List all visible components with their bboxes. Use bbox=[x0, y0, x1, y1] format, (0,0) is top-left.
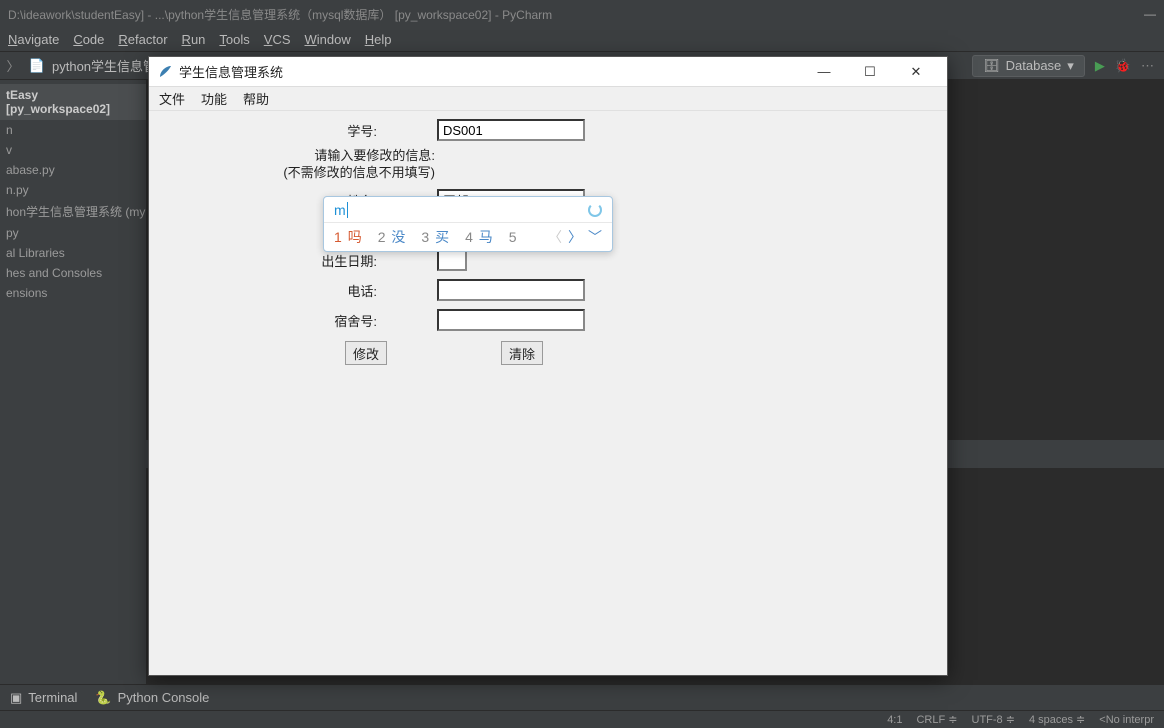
tree-item[interactable]: n bbox=[0, 120, 146, 140]
clear-button[interactable]: 清除 bbox=[501, 341, 543, 365]
ide-titlebar: D:\ideawork\studentEasy] - ...\python学生信… bbox=[0, 0, 1164, 28]
indent-setting[interactable]: 4 spaces ≑ bbox=[1029, 713, 1085, 726]
label-dorm: 宿舍号: bbox=[149, 311, 383, 330]
ide-main-menu: Navigate Code Refactor Run Tools VCS Win… bbox=[0, 28, 1164, 52]
file-encoding[interactable]: UTF-8 ≑ bbox=[972, 713, 1015, 726]
tree-item[interactable]: abase.py bbox=[0, 160, 146, 180]
label-modify-hint: 请输入要修改的信息: (不需修改的信息不用填写) bbox=[149, 146, 441, 184]
tk-feather-icon bbox=[157, 64, 173, 80]
tree-item[interactable]: al Libraries bbox=[0, 243, 146, 263]
label-student-id: 学号: bbox=[149, 121, 383, 140]
menu-window[interactable]: Window bbox=[305, 32, 351, 47]
ime-candidate-5[interactable]: 5 bbox=[509, 229, 519, 245]
input-birth[interactable] bbox=[437, 249, 467, 271]
ime-caret bbox=[347, 202, 348, 218]
label-birth: 出生日期: bbox=[149, 251, 383, 270]
terminal-icon: ▣ bbox=[10, 690, 22, 706]
project-tree[interactable]: tEasy [py_workspace02] n v abase.py n.py… bbox=[0, 80, 146, 696]
ime-input-row: m bbox=[324, 197, 612, 223]
database-icon: 🗄 bbox=[983, 58, 1000, 74]
ide-window-controls: — bbox=[1144, 7, 1156, 21]
ime-spinner-icon bbox=[588, 203, 602, 217]
run-icon[interactable]: ▶ bbox=[1095, 58, 1105, 74]
tree-item[interactable]: py bbox=[0, 223, 146, 243]
toolbar-more-icon[interactable]: ⋯ bbox=[1141, 58, 1154, 74]
minimize-icon[interactable]: — bbox=[1144, 7, 1156, 21]
ime-input-text: m bbox=[334, 202, 346, 218]
terminal-tool[interactable]: ▣ Terminal bbox=[10, 690, 77, 706]
menu-vcs[interactable]: VCS bbox=[264, 32, 291, 47]
python-console-tool[interactable]: 🐍 Python Console bbox=[95, 690, 209, 706]
menu-help[interactable]: Help bbox=[365, 32, 392, 47]
ime-prev-icon[interactable]: 〈 bbox=[548, 227, 562, 247]
tk-titlebar[interactable]: 学生信息管理系统 — ☐ ✕ bbox=[149, 57, 947, 87]
ime-candidate-3[interactable]: 3 买 bbox=[421, 227, 449, 247]
debug-icon[interactable]: 🐞 bbox=[1115, 58, 1131, 74]
python-icon: 🐍 bbox=[95, 690, 111, 706]
tk-close-button[interactable]: ✕ bbox=[893, 57, 939, 87]
database-button[interactable]: 🗄 Database ▾ bbox=[972, 55, 1085, 77]
tree-item[interactable]: ensions bbox=[0, 283, 146, 303]
menu-code[interactable]: Code bbox=[73, 32, 104, 47]
tk-menu-function[interactable]: 功能 bbox=[201, 89, 227, 108]
menu-navigate[interactable]: Navigate bbox=[8, 32, 59, 47]
status-bar: 4:1 CRLF ≑ UTF-8 ≑ 4 spaces ≑ <No interp… bbox=[0, 710, 1164, 728]
tree-item[interactable]: v bbox=[0, 140, 146, 160]
tree-item[interactable]: n.py bbox=[0, 180, 146, 200]
tk-menu-bar: 文件 功能 帮助 bbox=[149, 87, 947, 111]
tk-menu-help[interactable]: 帮助 bbox=[243, 89, 269, 108]
python-console-label: Python Console bbox=[118, 690, 210, 705]
terminal-label: Terminal bbox=[28, 690, 77, 705]
menu-tools[interactable]: Tools bbox=[219, 32, 249, 47]
menu-refactor[interactable]: Refactor bbox=[118, 32, 167, 47]
tool-window-bar: ▣ Terminal 🐍 Python Console bbox=[0, 684, 1164, 710]
breadcrumb-chevron-icon: 〉 bbox=[4, 57, 22, 75]
label-phone: 电话: bbox=[149, 281, 383, 300]
ime-candidates: 1 吗 2 没 3 买 4 马 5 〈 〉 ﹀ bbox=[324, 223, 612, 251]
ime-nav: 〈 〉 ﹀ bbox=[548, 227, 602, 247]
python-file-icon: 📄 bbox=[28, 57, 46, 75]
tk-menu-file[interactable]: 文件 bbox=[159, 89, 185, 108]
cursor-position[interactable]: 4:1 bbox=[887, 714, 902, 726]
database-label: Database bbox=[1006, 58, 1062, 73]
tk-window-title: 学生信息管理系统 bbox=[179, 62, 283, 81]
tree-item[interactable]: hon学生信息管理系统 (my bbox=[0, 200, 146, 223]
interpreter-status[interactable]: <No interpr bbox=[1099, 714, 1154, 726]
ime-candidate-window: m 1 吗 2 没 3 买 4 马 5 〈 〉 ﹀ bbox=[323, 196, 613, 252]
input-student-id[interactable] bbox=[437, 119, 585, 141]
tk-maximize-button[interactable]: ☐ bbox=[847, 57, 893, 87]
input-phone[interactable] bbox=[437, 279, 585, 301]
tk-app-window: 学生信息管理系统 — ☐ ✕ 文件 功能 帮助 学号: 请输入要修改的信息: (… bbox=[148, 56, 948, 676]
ime-next-icon[interactable]: 〉 bbox=[568, 227, 582, 247]
tk-minimize-button[interactable]: — bbox=[801, 57, 847, 87]
tree-item[interactable]: hes and Consoles bbox=[0, 263, 146, 283]
ime-candidate-2[interactable]: 2 没 bbox=[378, 227, 406, 247]
dropdown-icon: ▾ bbox=[1067, 58, 1074, 74]
ime-expand-icon[interactable]: ﹀ bbox=[588, 227, 602, 247]
modify-button[interactable]: 修改 bbox=[345, 341, 387, 365]
input-dorm[interactable] bbox=[437, 309, 585, 331]
ime-candidate-4[interactable]: 4 马 bbox=[465, 227, 493, 247]
ime-candidate-1[interactable]: 1 吗 bbox=[334, 227, 362, 247]
line-separator[interactable]: CRLF ≑ bbox=[916, 713, 957, 726]
ide-title-text: D:\ideawork\studentEasy] - ...\python学生信… bbox=[8, 6, 552, 23]
menu-run[interactable]: Run bbox=[182, 32, 206, 47]
project-header[interactable]: tEasy [py_workspace02] bbox=[0, 84, 146, 120]
